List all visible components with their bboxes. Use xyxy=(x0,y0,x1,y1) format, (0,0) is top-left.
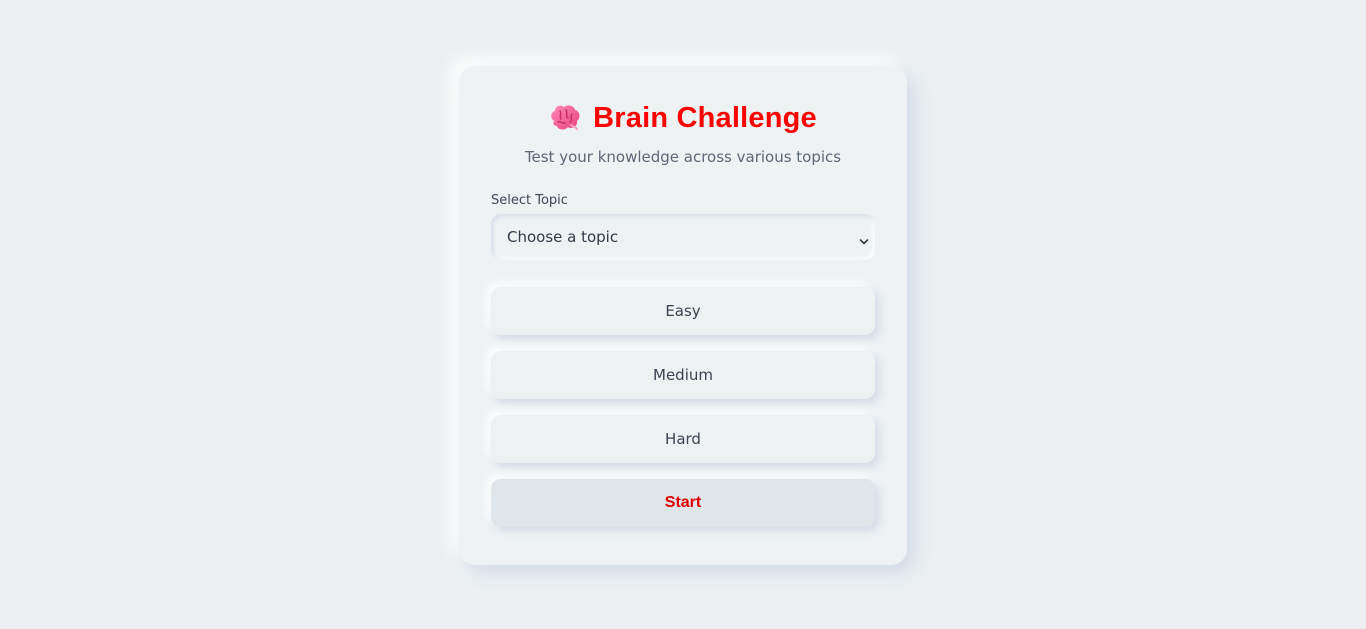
start-button[interactable]: Start xyxy=(491,479,875,527)
topic-label: Select Topic xyxy=(491,193,568,208)
quiz-setup-card: Brain Challenge Test your knowledge acro… xyxy=(459,66,907,565)
difficulty-options: Easy Medium Hard xyxy=(491,287,875,463)
topic-select-value: Choose a topic xyxy=(507,228,619,246)
topic-select[interactable]: Choose a topic xyxy=(491,214,875,260)
brain-icon xyxy=(549,103,581,133)
difficulty-medium-button[interactable]: Medium xyxy=(491,351,875,399)
chevron-down-icon xyxy=(859,232,869,245)
difficulty-easy-button[interactable]: Easy xyxy=(491,287,875,335)
difficulty-hard-button[interactable]: Hard xyxy=(491,415,875,463)
header: Brain Challenge xyxy=(491,100,875,136)
page-subtitle: Test your knowledge across various topic… xyxy=(524,148,842,166)
page-title: Brain Challenge xyxy=(593,101,817,134)
